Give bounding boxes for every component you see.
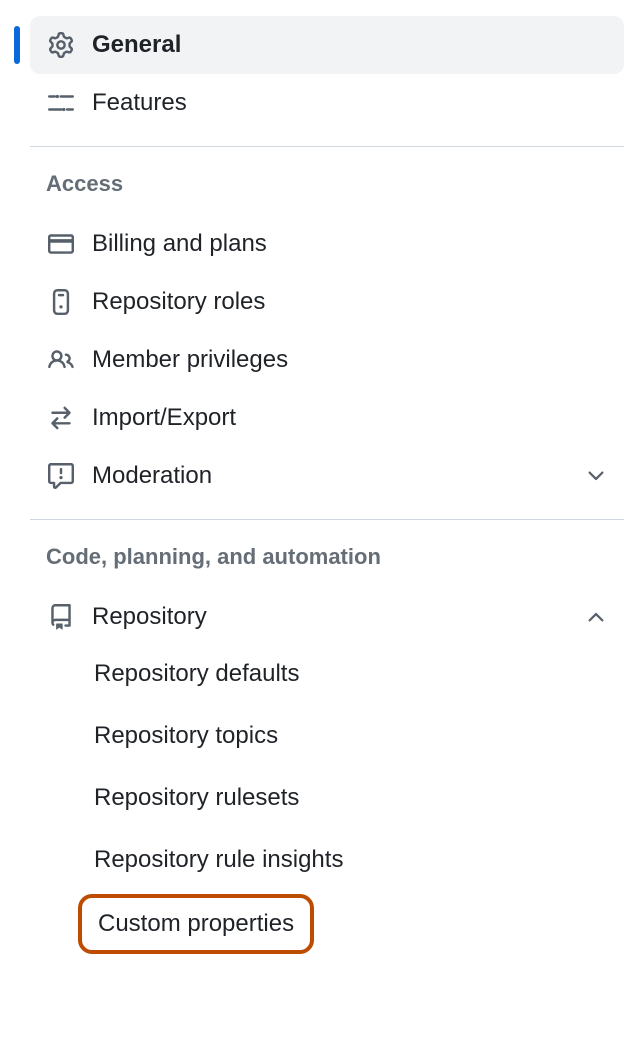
sidebar-item-import-export[interactable]: Import/Export [30, 389, 624, 447]
sidebar-item-label: Repository roles [92, 288, 265, 316]
divider [30, 146, 624, 147]
sidebar-item-repository[interactable]: Repository [30, 588, 624, 646]
subitem-label: Repository defaults [94, 660, 299, 688]
people-icon [46, 345, 76, 375]
sidebar-item-label: Import/Export [92, 404, 236, 432]
sidebar-subitem-repo-topics[interactable]: Repository topics [30, 708, 624, 764]
subitem-label: Custom properties [98, 910, 294, 938]
gear-icon [46, 30, 76, 60]
sidebar-subitem-repo-defaults[interactable]: Repository defaults [30, 646, 624, 702]
id-badge-icon [46, 287, 76, 317]
sidebar-item-label: Moderation [92, 462, 212, 490]
sliders-icon [46, 88, 76, 118]
sidebar-item-label: Member privileges [92, 346, 288, 374]
sidebar-item-label: General [92, 31, 181, 59]
report-icon [46, 461, 76, 491]
subitem-label: Repository topics [94, 722, 278, 750]
sidebar-item-roles[interactable]: Repository roles [30, 273, 624, 331]
sidebar-item-moderation[interactable]: Moderation [30, 447, 624, 505]
sidebar-item-label: Repository [92, 603, 207, 631]
sidebar-item-general[interactable]: General [30, 16, 624, 74]
sidebar-subitem-repo-rulesets[interactable]: Repository rulesets [30, 770, 624, 826]
sidebar-subitem-repo-rule-insights[interactable]: Repository rule insights [30, 832, 624, 888]
sidebar-item-label: Billing and plans [92, 230, 267, 258]
arrow-switch-icon [46, 403, 76, 433]
settings-sidebar: General Features Access Billing and plan… [0, 0, 642, 976]
repo-icon [46, 602, 76, 632]
sidebar-item-billing[interactable]: Billing and plans [30, 215, 624, 273]
credit-card-icon [46, 229, 76, 259]
sidebar-item-features[interactable]: Features [30, 74, 624, 132]
subitem-label: Repository rulesets [94, 784, 299, 812]
subitem-label: Repository rule insights [94, 846, 343, 874]
sidebar-item-label: Features [92, 89, 187, 117]
chevron-down-icon [584, 464, 608, 488]
chevron-up-icon [584, 605, 608, 629]
sidebar-item-privileges[interactable]: Member privileges [30, 331, 624, 389]
sidebar-subitem-custom-properties[interactable]: Custom properties [78, 894, 314, 954]
section-header-code: Code, planning, and automation [30, 534, 624, 588]
divider [30, 519, 624, 520]
section-header-access: Access [30, 161, 624, 215]
